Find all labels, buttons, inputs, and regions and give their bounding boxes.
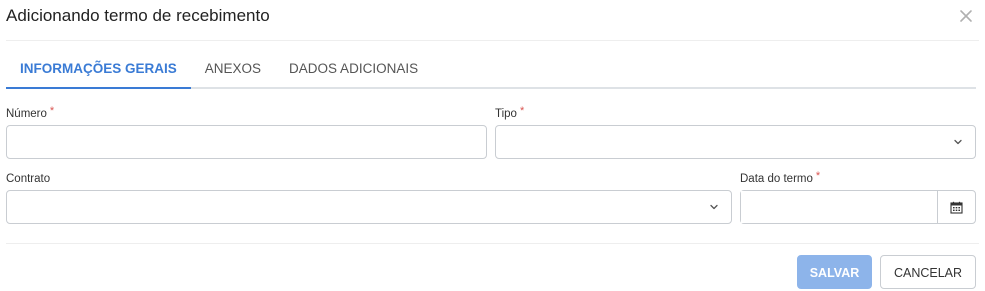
tipo-select[interactable] bbox=[495, 125, 976, 159]
save-button[interactable]: SALVAR bbox=[797, 255, 872, 289]
tipo-label-text: Tipo bbox=[495, 108, 517, 120]
modal-title: Adicionando termo de recebimento bbox=[6, 6, 270, 25]
tab-dados-adicionais[interactable]: DADOS ADICIONAIS bbox=[275, 48, 432, 89]
contrato-label-text: Contrato bbox=[6, 173, 51, 185]
data-termo-field[interactable] bbox=[741, 191, 937, 223]
data-termo-field-wrapper bbox=[740, 190, 937, 224]
close-icon[interactable] bbox=[957, 7, 975, 25]
required-marker: * bbox=[815, 170, 821, 182]
numero-field[interactable] bbox=[7, 126, 486, 158]
footer-divider bbox=[6, 243, 979, 244]
header-divider bbox=[6, 40, 979, 41]
tab-bar: INFORMAÇÕES GERAIS ANEXOS DADOS ADICIONA… bbox=[6, 48, 976, 89]
chevron-down-icon bbox=[953, 137, 963, 147]
contrato-select[interactable] bbox=[6, 190, 732, 224]
tab-anexos[interactable]: ANEXOS bbox=[191, 48, 275, 89]
data-termo-group bbox=[740, 190, 976, 224]
contrato-label: Contrato bbox=[6, 173, 50, 185]
required-marker: * bbox=[519, 105, 525, 117]
data-termo-label-text: Data do termo bbox=[740, 173, 813, 185]
calendar-icon bbox=[950, 201, 963, 214]
cancel-button[interactable]: CANCELAR bbox=[880, 255, 976, 289]
chevron-down-icon bbox=[709, 202, 719, 212]
required-marker: * bbox=[49, 105, 55, 117]
tab-informacoes-gerais[interactable]: INFORMAÇÕES GERAIS bbox=[6, 48, 191, 89]
calendar-button[interactable] bbox=[937, 190, 976, 224]
numero-label-text: Número bbox=[6, 108, 47, 120]
numero-label: Número * bbox=[6, 105, 55, 120]
tipo-label: Tipo * bbox=[495, 105, 525, 120]
numero-field-wrapper bbox=[6, 125, 487, 159]
data-termo-label: Data do termo * bbox=[740, 170, 821, 185]
